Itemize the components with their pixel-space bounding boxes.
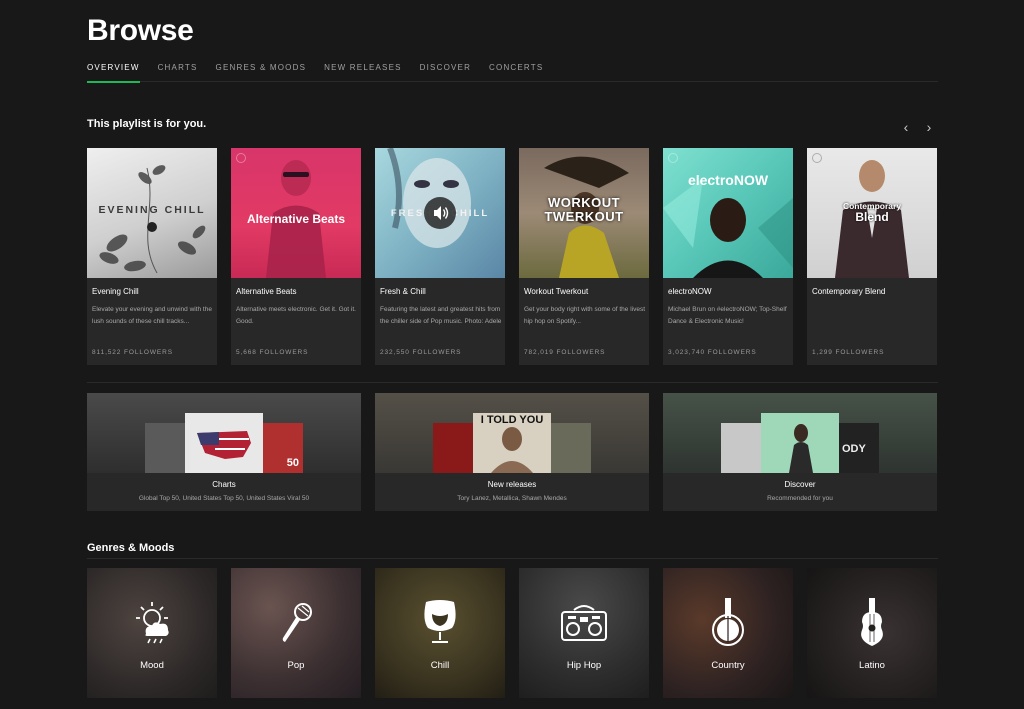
cover-title: electroNOW <box>687 172 769 188</box>
playlist-title[interactable]: Workout Twerkout <box>524 287 588 296</box>
microphone-icon <box>282 603 312 642</box>
speaker-icon[interactable] <box>424 197 456 229</box>
playlist-title[interactable]: Contemporary Blend <box>812 287 885 296</box>
feature-cards: 50 Charts Global Top 50, United States T… <box>87 393 937 511</box>
feature-art: I TOLD YOU <box>375 393 649 473</box>
genre-tile-chill[interactable]: Chill <box>375 568 505 698</box>
playlist-followers: 782,019 FOLLOWERS <box>524 349 606 356</box>
playlist-cover: Alternative Beats <box>231 148 361 278</box>
chart-cover-global <box>145 423 185 473</box>
genre-label: Chill <box>430 660 450 671</box>
genre-label: Latino <box>859 660 885 671</box>
chart-cover-number: 50 <box>286 457 299 469</box>
playlist-title[interactable]: Fresh & Chill <box>380 287 426 296</box>
playlist-card[interactable]: Alternative Beats Alternative Beats Alte… <box>231 148 361 365</box>
playlist-cover: WORKOUT TWERKOUT <box>519 148 649 278</box>
tab-charts[interactable]: CHARTS <box>158 62 198 82</box>
playlist-description: Alternative meets electronic. Get it. Go… <box>236 306 356 325</box>
discover-cover-figure <box>789 424 813 473</box>
tab-discover[interactable]: DISCOVER <box>420 62 471 82</box>
genre-label: Country <box>711 660 745 671</box>
playlist-card[interactable]: electroNOW electroNOW Michael Brun on #e… <box>663 148 793 365</box>
release-cover-right <box>551 423 591 473</box>
genre-label: Mood <box>140 660 164 671</box>
tab-overview[interactable]: OVERVIEW <box>87 62 140 83</box>
release-cover-main: I TOLD YOU <box>473 413 551 473</box>
feature-subtitle: Tory Lanez, Metallica, Shawn Mendes <box>457 495 567 502</box>
banjo-icon <box>712 598 744 646</box>
usa-flag-map <box>197 431 251 459</box>
playlist-description: Elevate your evening and unwind with the… <box>92 306 212 325</box>
guitar-icon <box>861 598 883 646</box>
chart-cover-us <box>185 413 263 473</box>
tab-genres-moods[interactable]: GENRES & MOODS <box>216 62 307 82</box>
weather-icon <box>136 602 169 644</box>
section-divider <box>87 558 938 559</box>
release-cover-text: I TOLD YOU <box>480 414 544 426</box>
playlist-cover: Contemporary Blend <box>807 148 937 278</box>
cover-title: WORKOUT TWERKOUT <box>544 195 624 224</box>
section-title-playlist: This playlist is for you. <box>87 118 207 130</box>
speaker-glyph <box>434 206 449 220</box>
playlist-followers: 232,550 FOLLOWERS <box>380 349 462 356</box>
playlist-card[interactable]: Contemporary Blend Contemporary Blend 1,… <box>807 148 937 365</box>
discover-cover-right: ODY <box>839 423 879 473</box>
chevron-left-icon[interactable]: ‹ <box>899 119 913 135</box>
tab-new-releases[interactable]: NEW RELEASES <box>324 62 402 82</box>
cover-title-bottom: Blend <box>855 210 889 224</box>
feature-art: 50 <box>87 393 361 473</box>
playlist-description: Get your body right with some of the liv… <box>524 306 646 325</box>
genre-label: Pop <box>287 660 305 671</box>
discover-cover-main <box>761 413 839 473</box>
playlist-title[interactable]: Evening Chill <box>92 287 139 296</box>
feature-title[interactable]: New releases <box>375 480 649 489</box>
playlist-followers: 3,023,740 FOLLOWERS <box>668 349 757 356</box>
playlist-card[interactable]: WORKOUT TWERKOUT Workout Twerkout Get yo… <box>519 148 649 365</box>
playlist-title[interactable]: electroNOW <box>668 287 712 296</box>
playlist-description: Michael Brun on #electroNOW; Top-Shelf D… <box>668 306 787 325</box>
cover-title: EVENING CHILL <box>98 204 206 216</box>
playlist-card[interactable]: FRESH & CHILL Fresh & Chill Featuring th… <box>375 148 505 365</box>
genre-label: Hip Hop <box>566 660 602 671</box>
feature-subtitle: Recommended for you <box>767 495 833 502</box>
browse-tabs: OVERVIEW CHARTS GENRES & MOODS NEW RELEA… <box>87 62 938 83</box>
page-title: Browse <box>87 14 194 47</box>
section-title-genres: Genres & Moods <box>87 542 175 554</box>
artist-photo <box>663 178 793 278</box>
discover-cover-left <box>721 423 761 473</box>
playlist-cards: EVENING CHILL Evening Chill Elevate your… <box>87 148 937 365</box>
feature-title[interactable]: Discover <box>663 480 937 489</box>
cover-title: Alternative Beats <box>246 212 346 226</box>
feature-card-discover[interactable]: ODY Discover Recommended for you <box>663 393 937 511</box>
genre-tile-latino[interactable]: Latino <box>807 568 937 698</box>
playlist-cover: EVENING CHILL <box>87 148 217 278</box>
genre-tile-mood[interactable]: Mood <box>87 568 217 698</box>
genre-tile-country[interactable]: Country <box>663 568 793 698</box>
egg-chair-icon <box>424 600 456 643</box>
playlist-title[interactable]: Alternative Beats <box>236 287 296 296</box>
section-divider <box>87 382 938 383</box>
tab-concerts[interactable]: CONCERTS <box>489 62 543 82</box>
feature-card-new-releases[interactable]: I TOLD YOU New releases Tory Lanez, Meta… <box>375 393 649 511</box>
genre-tile-hip-hop[interactable]: Hip Hop <box>519 568 649 698</box>
genre-tiles: Mood Pop Chill Hip Hop Country Latino <box>87 568 937 698</box>
release-cover-left <box>433 423 473 473</box>
feature-art: ODY <box>663 393 937 473</box>
boombox-icon <box>561 605 607 641</box>
playlist-description: Featuring the latest and greatest hits f… <box>380 306 502 325</box>
playlist-followers: 5,668 FOLLOWERS <box>236 349 309 356</box>
playlist-followers: 811,522 FOLLOWERS <box>92 349 173 356</box>
discover-cover-text: ODY <box>842 443 866 455</box>
feature-subtitle: Global Top 50, United States Top 50, Uni… <box>138 495 310 502</box>
playlist-cover: FRESH & CHILL <box>375 148 505 278</box>
playlist-card[interactable]: EVENING CHILL Evening Chill Elevate your… <box>87 148 217 365</box>
playlist-followers: 1,299 FOLLOWERS <box>812 349 885 356</box>
genre-tile-pop[interactable]: Pop <box>231 568 361 698</box>
feature-title[interactable]: Charts <box>87 480 361 489</box>
playlist-cover: electroNOW <box>663 148 793 278</box>
feature-card-charts[interactable]: 50 Charts Global Top 50, United States T… <box>87 393 361 511</box>
chevron-right-icon[interactable]: › <box>922 119 936 135</box>
chart-cover-viral: 50 <box>263 423 303 473</box>
